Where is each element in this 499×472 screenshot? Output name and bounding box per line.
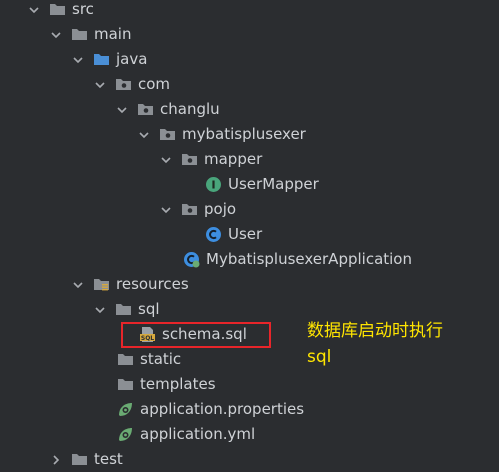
chevron-down-icon[interactable] [49, 28, 63, 42]
annotation-line-1: 数据库启动时执行 [307, 321, 443, 341]
chevron-down-icon[interactable] [159, 203, 173, 217]
node-label: com [138, 75, 171, 93]
tree-node-src[interactable]: src [0, 0, 499, 22]
node-label: resources [116, 275, 189, 293]
node-label: java [116, 50, 148, 68]
tree-node-user[interactable]: User [0, 222, 499, 247]
chevron-down-icon[interactable] [93, 78, 107, 92]
folder-icon [117, 376, 134, 393]
package-icon [137, 101, 154, 118]
node-label: static [140, 350, 182, 368]
folder-icon [71, 451, 88, 468]
highlight-box [121, 322, 271, 348]
tree-node-application-class[interactable]: MybatisplusexerApplication [0, 247, 499, 272]
node-label: changlu [160, 100, 220, 118]
class-icon [205, 226, 222, 243]
project-tree: src main java com changlu mybatisplusexe… [0, 0, 499, 468]
tree-node-com[interactable]: com [0, 72, 499, 97]
chevron-down-icon[interactable] [71, 278, 85, 292]
node-label: pojo [204, 200, 237, 218]
package-icon [115, 76, 132, 93]
resources-folder-icon [93, 276, 110, 293]
tree-node-templates[interactable]: templates [0, 372, 499, 397]
node-label: src [72, 0, 94, 18]
package-icon [159, 126, 176, 143]
spring-boot-class-icon [183, 251, 200, 268]
node-label: mapper [204, 150, 263, 168]
node-label: mybatisplusexer [182, 125, 306, 143]
chevron-down-icon[interactable] [137, 128, 151, 142]
annotation: 数据库启动时执行 sql [307, 318, 443, 370]
package-icon [181, 201, 198, 218]
chevron-down-icon[interactable] [71, 53, 85, 67]
node-label: main [94, 25, 132, 43]
tree-node-user-mapper[interactable]: UserMapper [0, 172, 499, 197]
node-label: templates [140, 375, 216, 393]
tree-node-mapper[interactable]: mapper [0, 147, 499, 172]
annotation-line-2: sql [307, 347, 332, 367]
chevron-down-icon[interactable] [93, 303, 107, 317]
package-icon [181, 151, 198, 168]
folder-icon [117, 351, 134, 368]
chevron-right-icon[interactable] [49, 453, 63, 467]
tree-node-java[interactable]: java [0, 47, 499, 72]
folder-icon [49, 1, 66, 18]
tree-node-test[interactable]: test [0, 447, 499, 472]
node-label: User [228, 225, 263, 243]
tree-node-resources[interactable]: resources [0, 272, 499, 297]
tree-node-application-properties[interactable]: application.properties [0, 397, 499, 422]
node-label: application.yml [140, 425, 256, 443]
spring-config-icon [117, 401, 134, 418]
node-label: sql [138, 300, 160, 318]
folder-icon [115, 301, 132, 318]
node-label: test [94, 450, 123, 468]
spring-config-icon [117, 426, 134, 443]
tree-node-changlu[interactable]: changlu [0, 97, 499, 122]
chevron-down-icon[interactable] [159, 153, 173, 167]
node-label: MybatisplusexerApplication [206, 250, 412, 268]
chevron-down-icon[interactable] [27, 3, 41, 17]
tree-node-mybatisplusexer[interactable]: mybatisplusexer [0, 122, 499, 147]
tree-node-application-yml[interactable]: application.yml [0, 422, 499, 447]
folder-icon [71, 26, 88, 43]
chevron-down-icon[interactable] [115, 103, 129, 117]
node-label: UserMapper [228, 175, 319, 193]
interface-icon [205, 176, 222, 193]
node-label: application.properties [140, 400, 305, 418]
tree-node-main[interactable]: main [0, 22, 499, 47]
source-folder-icon [93, 51, 110, 68]
tree-node-pojo[interactable]: pojo [0, 197, 499, 222]
